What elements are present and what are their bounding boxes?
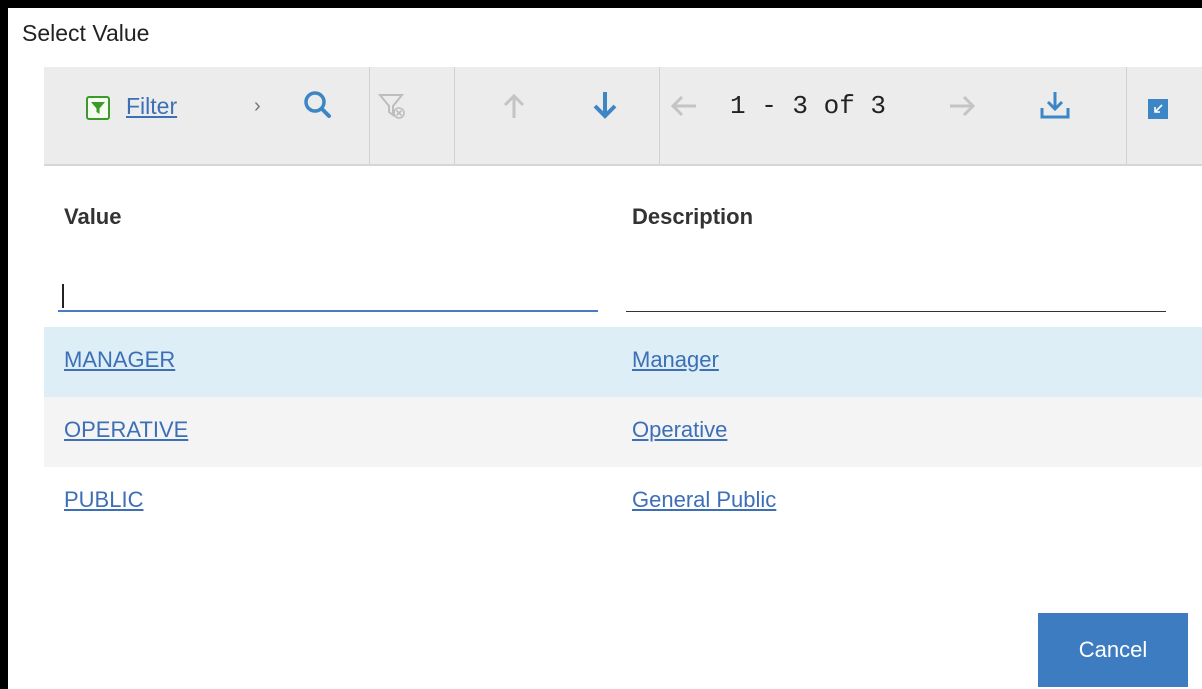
value-link[interactable]: PUBLIC xyxy=(64,487,143,513)
chevron-right-icon: › xyxy=(254,95,261,117)
cancel-button[interactable]: Cancel xyxy=(1038,613,1188,687)
value-link[interactable]: MANAGER xyxy=(64,347,175,373)
sort-up-icon[interactable] xyxy=(500,91,528,121)
description-link[interactable]: General Public xyxy=(632,487,776,513)
previous-page-icon[interactable] xyxy=(668,92,700,120)
filter-icon[interactable] xyxy=(86,96,110,120)
description-filter-input[interactable] xyxy=(626,282,1166,312)
table-row[interactable]: PUBLIC General Public xyxy=(44,467,1202,537)
clear-filter-icon[interactable] xyxy=(377,91,407,121)
toolbar-divider xyxy=(454,67,455,164)
toolbar-divider xyxy=(1126,67,1127,164)
page-info: 1 - 3 of 3 xyxy=(730,91,887,121)
table-row[interactable]: MANAGER Manager xyxy=(44,327,1202,397)
dialog-title: Select Value xyxy=(22,20,150,46)
sort-down-icon[interactable] xyxy=(591,89,619,121)
text-caret xyxy=(62,284,64,308)
download-icon[interactable] xyxy=(1039,89,1071,121)
next-page-icon[interactable] xyxy=(946,92,978,120)
select-value-dialog: Select Value Filter › 1 - 3 of 3 Value D… xyxy=(8,8,1202,689)
filter-link[interactable]: Filter xyxy=(126,93,177,120)
toolbar-divider xyxy=(659,67,660,164)
column-header-value[interactable]: Value xyxy=(64,204,121,230)
description-link[interactable]: Manager xyxy=(632,347,719,373)
value-link[interactable]: OPERATIVE xyxy=(64,417,188,443)
search-icon[interactable] xyxy=(302,89,336,123)
description-link[interactable]: Operative xyxy=(632,417,727,443)
toolbar: Filter › 1 - 3 of 3 xyxy=(44,67,1202,166)
collapse-icon[interactable] xyxy=(1148,99,1168,119)
value-filter-input[interactable] xyxy=(58,282,598,312)
column-header-description[interactable]: Description xyxy=(632,204,753,230)
table-row[interactable]: OPERATIVE Operative xyxy=(44,397,1202,467)
toolbar-divider xyxy=(369,67,370,164)
